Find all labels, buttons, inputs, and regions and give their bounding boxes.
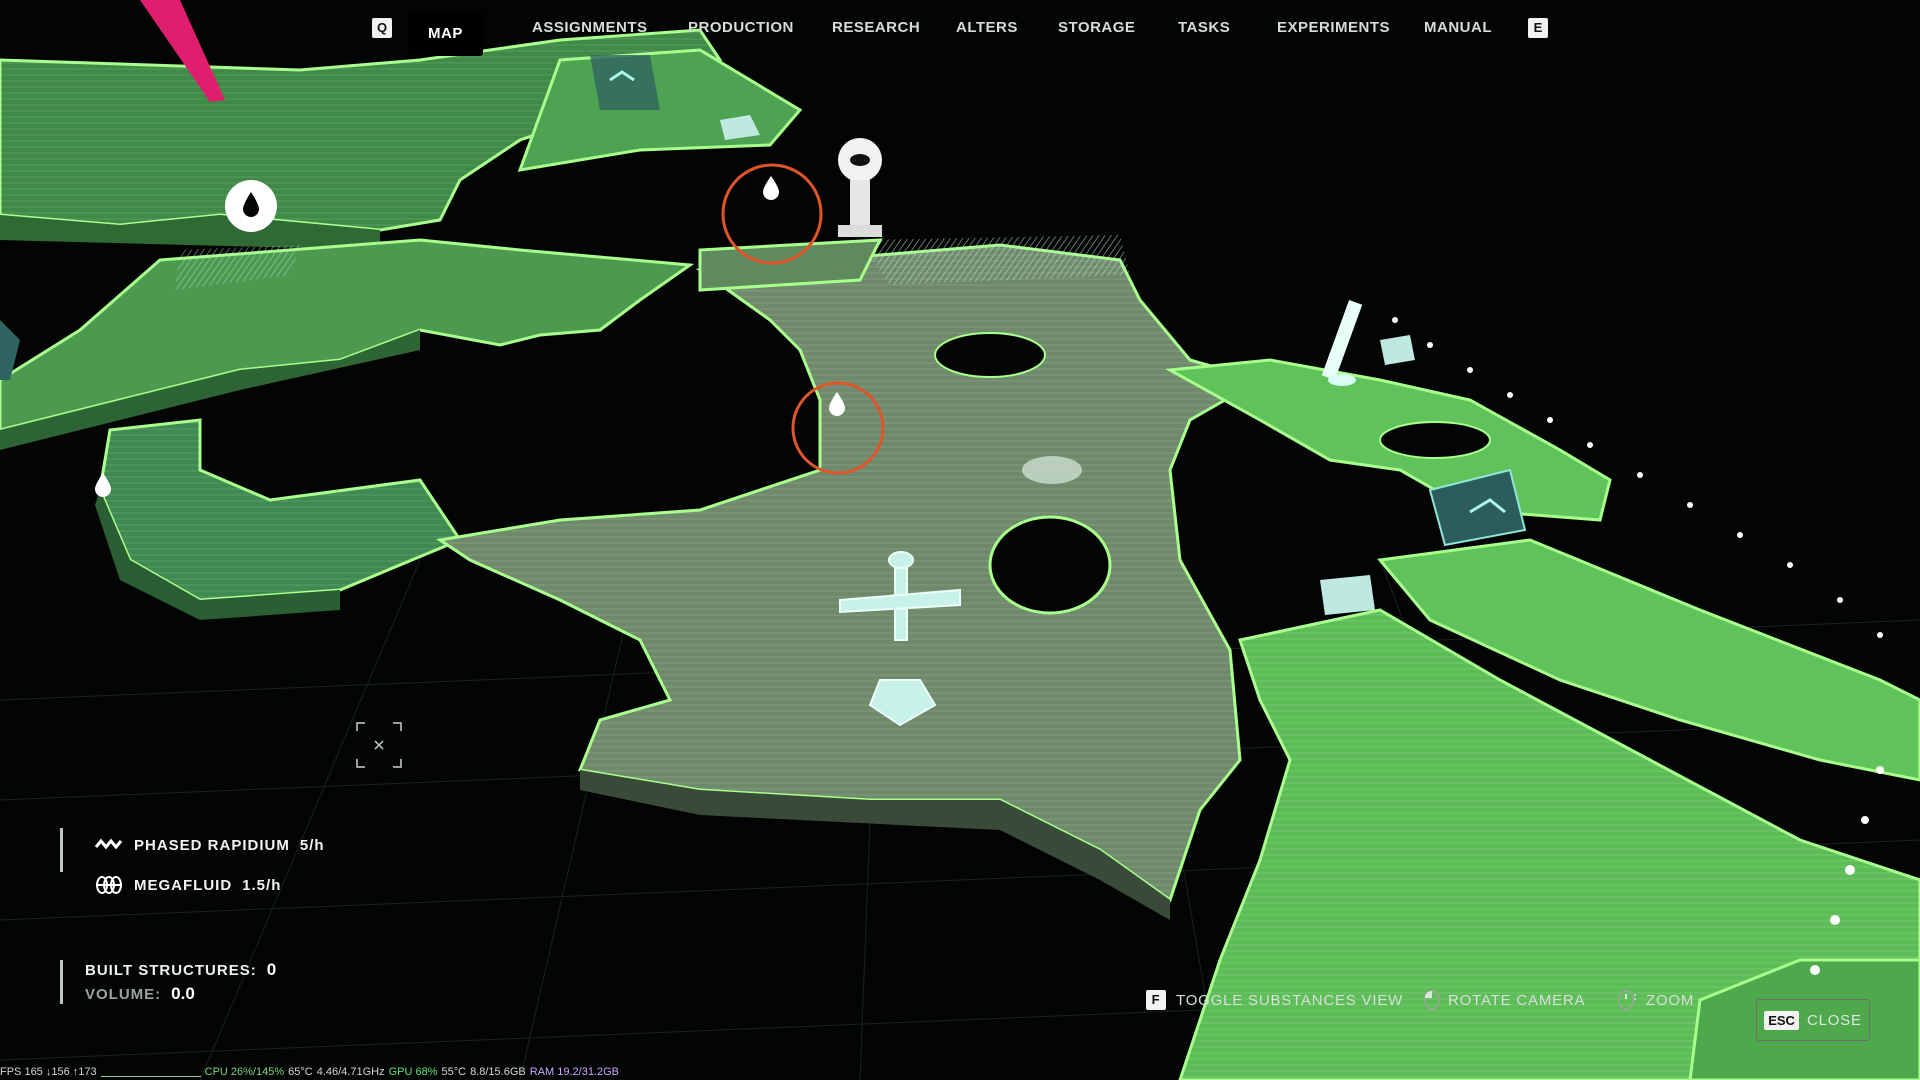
top-navigation: Q MAP ASSIGNMENTS PRODUCTION RESEARCH AL… (0, 0, 1920, 60)
resource-label: MEGAFLUID (134, 876, 233, 894)
resource-marker-4[interactable] (92, 470, 114, 500)
performance-overlay: FPS 165 ↓156 ↑173 CPU 26%/145% 65°C 4.46… (0, 1064, 623, 1080)
frametime-graph (100, 1068, 201, 1077)
resource-label: PHASED RAPIDIUM (134, 836, 290, 854)
cpu-readout: CPU 26%/145% (204, 1066, 285, 1078)
tab-storage[interactable]: STORAGE (1058, 16, 1135, 40)
tab-map[interactable]: MAP (408, 12, 483, 56)
prev-tab-key[interactable]: Q (372, 18, 392, 38)
vram-readout: 8.8/15.6GB (470, 1066, 526, 1078)
close-button[interactable]: ESC CLOSE (1756, 999, 1870, 1041)
map-view[interactable] (0, 0, 1920, 1080)
crosshair-reticle (355, 721, 403, 769)
robot-structure (838, 138, 882, 237)
esc-key: ESC (1764, 1010, 1799, 1030)
water-drop-icon (829, 392, 845, 416)
mouse-wheel-icon (1618, 990, 1636, 1010)
rotate-camera-label: ROTATE CAMERA (1448, 991, 1586, 1009)
water-drop-icon (95, 473, 111, 497)
zoom-label: ZOOM (1646, 991, 1695, 1009)
tab-research[interactable]: RESEARCH (832, 16, 920, 40)
built-structures-value: 0 (266, 960, 277, 979)
rotate-camera-hint: ROTATE CAMERA (1424, 990, 1585, 1010)
terrain-upper-left (0, 28, 803, 250)
fps-readout: FPS 165 ↓156 ↑173 (0, 1066, 97, 1078)
water-drop-icon (225, 180, 277, 232)
resource-panel-divider (60, 828, 63, 872)
resource-marker-2[interactable] (790, 380, 886, 476)
zoom-hint: ZOOM (1618, 990, 1694, 1010)
mouse-left-icon (1424, 990, 1440, 1010)
gpu-readout: GPU 68% (388, 1066, 438, 1078)
terrain-center (436, 235, 1264, 920)
toggle-substances-hint[interactable]: F TOGGLE SUBSTANCES VIEW (1146, 990, 1403, 1010)
resource-rate: 1.5/h (242, 876, 282, 894)
tab-assignments[interactable]: ASSIGNMENTS (532, 16, 648, 40)
close-label: CLOSE (1806, 1011, 1862, 1029)
tab-production[interactable]: PRODUCTION (688, 16, 794, 40)
gpu-temp: 55°C (441, 1066, 467, 1078)
ram-readout: RAM 19.2/31.2GB (529, 1066, 620, 1078)
resource-marker-1[interactable] (720, 162, 824, 266)
control-hints: F TOGGLE SUBSTANCES VIEW ROTATE CAMERA Z… (0, 980, 1920, 1040)
built-structures-label: BUILT STRUCTURES: (85, 961, 257, 979)
resource-marker-3[interactable] (225, 180, 277, 232)
tab-tasks[interactable]: TASKS (1178, 16, 1230, 40)
terrain-right (1165, 358, 1920, 1080)
resource-rate: 5/h (299, 836, 325, 854)
phased-rapidium-icon (94, 838, 123, 850)
tab-alters[interactable]: ALTERS (956, 16, 1018, 40)
cpu-clock: 4.46/4.71GHz (316, 1066, 385, 1078)
tab-experiments[interactable]: EXPERIMENTS (1277, 16, 1390, 40)
tab-manual[interactable]: MANUAL (1424, 16, 1492, 40)
cpu-temp: 65°C (288, 1066, 313, 1078)
toggle-key: F (1146, 990, 1166, 1010)
toggle-substances-label: TOGGLE SUBSTANCES VIEW (1176, 991, 1404, 1009)
megafluid-icon (96, 876, 122, 894)
next-tab-key[interactable]: E (1528, 18, 1548, 38)
crosshair-icon (356, 722, 402, 768)
water-drop-icon (763, 176, 779, 200)
built-structures-row: BUILT STRUCTURES: 0 (85, 960, 276, 980)
resource-row-phased-rapidium: PHASED RAPIDIUM 5/h (94, 834, 414, 856)
resource-row-megafluid: MEGAFLUID 1.5/h (94, 874, 414, 896)
